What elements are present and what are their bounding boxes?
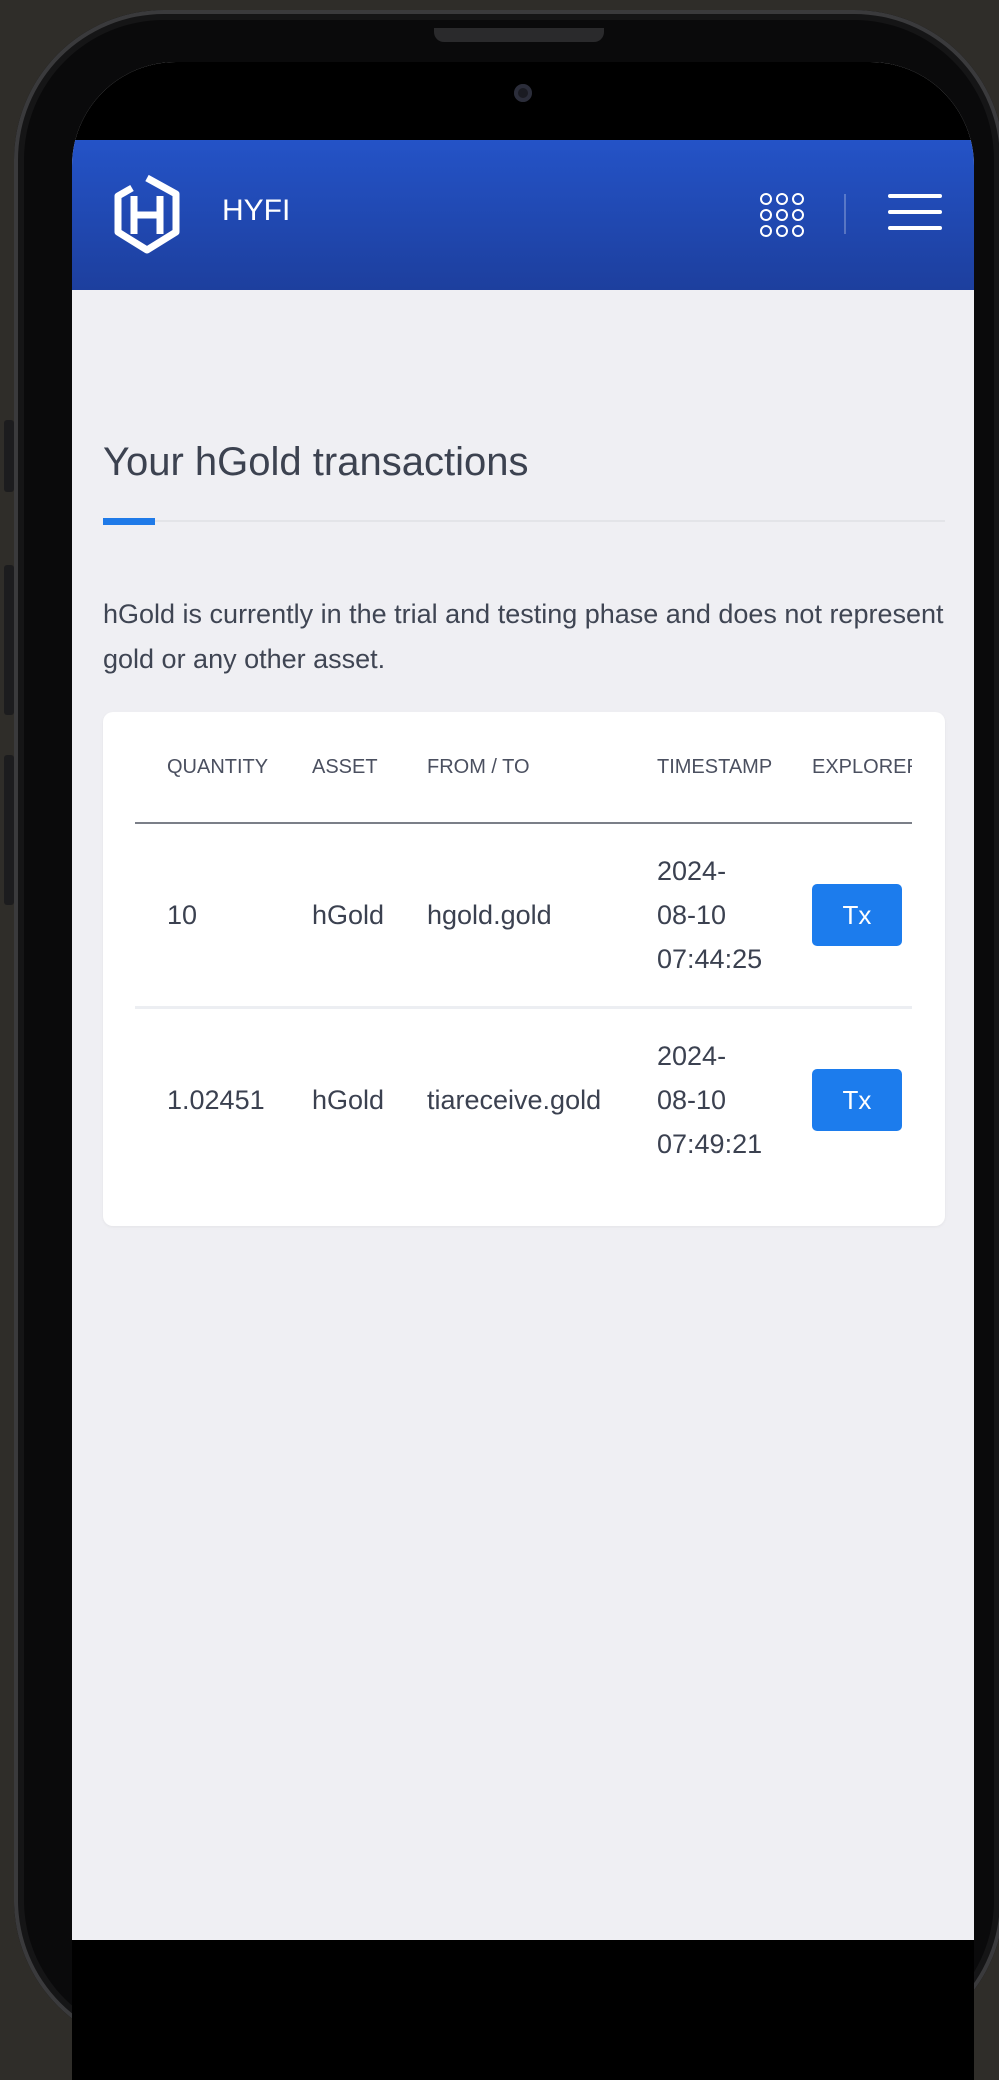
cell-timestamp: 2024- 08-10 07:49:21	[657, 1008, 812, 1192]
navbar: HYFI	[72, 140, 974, 290]
page-title: Your hGold transactions	[103, 440, 529, 484]
grid-dot	[776, 225, 788, 237]
timestamp-time: 07:44:25	[657, 944, 763, 974]
grid-dot	[792, 225, 804, 237]
transactions-table: QUANTITY ASSET FROM / TO TIMESTAMP EXPLO…	[135, 712, 912, 1191]
side-button-volume-down	[4, 755, 14, 905]
nav-divider	[844, 194, 846, 234]
table-row: 1.02451 hGold tiareceive.gold 2024- 08-1…	[135, 1008, 912, 1192]
timestamp-year: 2024-	[657, 856, 727, 886]
grid-dot	[776, 209, 788, 221]
column-header-asset: ASSET	[312, 712, 427, 824]
cell-from-to: tiareceive.gold	[427, 1084, 602, 1115]
transactions-card: QUANTITY ASSET FROM / TO TIMESTAMP EXPLO…	[103, 712, 945, 1226]
cell-asset: hGold	[312, 1084, 385, 1115]
grid-dot	[792, 193, 804, 205]
notch	[340, 62, 708, 142]
hamburger-menu-button[interactable]	[888, 190, 942, 234]
cell-timestamp: 2024- 08-10 07:44:25	[657, 823, 812, 1009]
grid-dot	[776, 193, 788, 205]
table-row: 10 hGold hgold.gold 2024- 08-10 07:44:25…	[135, 823, 912, 1009]
apps-grid-button[interactable]	[760, 193, 804, 237]
timestamp-time: 07:49:21	[657, 1129, 763, 1159]
grid-dots-icon	[760, 193, 772, 205]
screen: HYFI Your hGold transactions hGold is cu…	[72, 62, 974, 1940]
hamburger-line	[888, 226, 942, 230]
column-header-quantity: QUANTITY	[135, 712, 312, 824]
cell-explorer: Tx	[812, 1008, 912, 1192]
side-button-mute	[4, 420, 14, 492]
phone-frame: HYFI Your hGold transactions hGold is cu…	[14, 10, 999, 2080]
grid-dot	[760, 225, 772, 237]
column-header-from-to: FROM / TO	[427, 712, 657, 824]
hyfi-logo-icon[interactable]	[112, 174, 182, 256]
timestamp-date: 08-10	[657, 900, 727, 930]
cell-quantity: 1.02451	[167, 1084, 265, 1115]
bottom-bezel	[72, 1940, 974, 2080]
title-divider	[103, 520, 945, 522]
speaker-slot	[434, 28, 604, 42]
cell-explorer: Tx	[812, 823, 912, 1009]
cell-quantity: 10	[135, 823, 312, 1009]
camera-icon	[514, 84, 532, 102]
brand-name[interactable]: HYFI	[222, 194, 290, 228]
timestamp-year: 2024-	[657, 1041, 727, 1071]
hamburger-menu-icon	[888, 194, 942, 198]
tx-explorer-button[interactable]: Tx	[812, 884, 902, 946]
grid-dot	[792, 209, 804, 221]
table-header-row: QUANTITY ASSET FROM / TO TIMESTAMP EXPLO…	[135, 712, 912, 824]
column-header-explorer: EXPLORER	[812, 712, 912, 824]
timestamp-date: 08-10	[657, 1085, 727, 1115]
title-accent-bar	[103, 518, 155, 525]
column-header-timestamp: TIMESTAMP	[657, 712, 812, 824]
cell-from-to: hgold.gold	[427, 823, 657, 1009]
cell-asset: hGold	[312, 823, 427, 1009]
disclaimer-text: hGold is currently in the trial and test…	[103, 599, 944, 674]
side-button-volume-up	[4, 565, 14, 715]
hamburger-line	[888, 210, 942, 214]
grid-dot	[760, 209, 772, 221]
tx-explorer-button[interactable]: Tx	[812, 1069, 902, 1131]
